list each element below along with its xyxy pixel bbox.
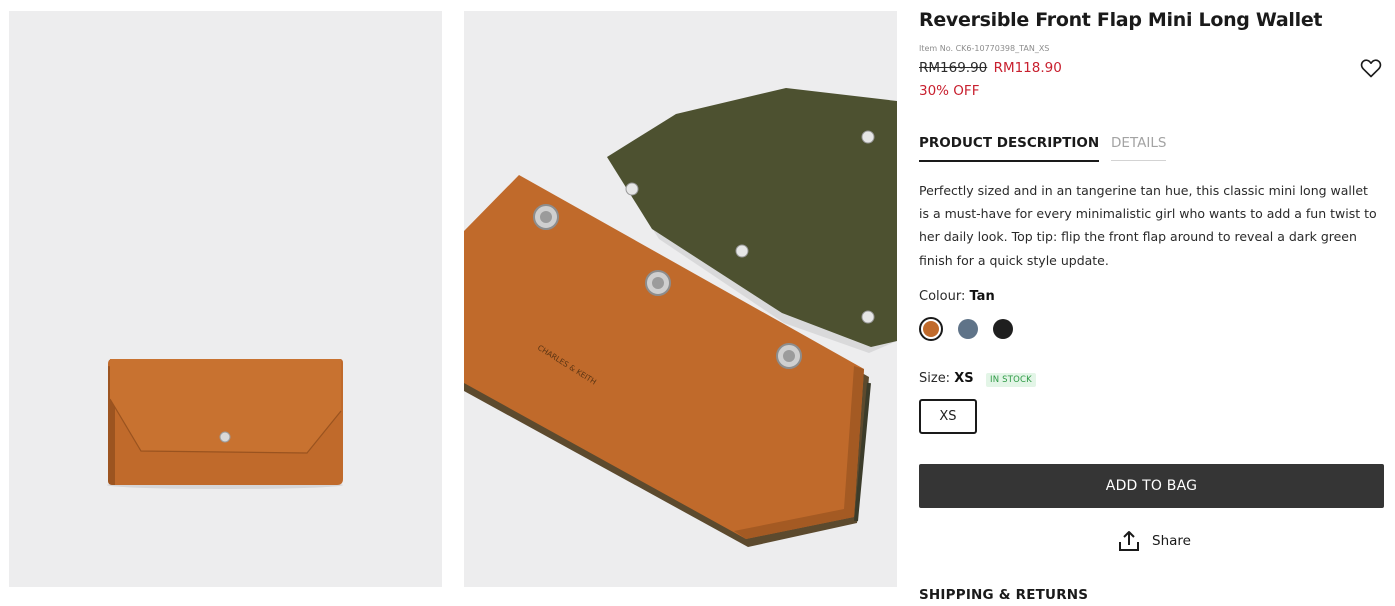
product-tabs: PRODUCT DESCRIPTION DETAILS — [919, 135, 1385, 163]
share-upload-icon — [1119, 531, 1139, 551]
size-label: Size: XS — [919, 371, 974, 386]
stock-status-badge: IN STOCK — [986, 373, 1036, 387]
size-selected-value: XS — [954, 371, 974, 386]
colour-label-text: Colour: — [919, 289, 966, 304]
colour-swatches — [919, 317, 1039, 343]
colour-label: Colour: Tan — [919, 289, 995, 304]
product-image-front[interactable] — [9, 11, 442, 587]
colour-swatch-black[interactable] — [993, 319, 1013, 339]
original-price: RM169.90 — [919, 60, 988, 76]
wishlist-button[interactable] — [1359, 56, 1383, 80]
heart-outline-icon — [1360, 59, 1382, 78]
product-description-text: Perfectly sized and in an tangerine tan … — [919, 183, 1377, 268]
share-label: Share — [1152, 533, 1191, 549]
share-button[interactable]: Share — [1118, 528, 1191, 554]
colour-selected-value: Tan — [969, 289, 995, 304]
tab-details[interactable]: DETAILS — [1111, 135, 1167, 161]
shipping-returns-heading[interactable]: SHIPPING & RETURNS — [919, 587, 1088, 603]
add-to-bag-button[interactable]: ADD TO BAG — [919, 464, 1384, 508]
product-title: Reversible Front Flap Mini Long Wallet — [919, 9, 1323, 31]
colour-swatch-blue[interactable] — [958, 319, 978, 339]
product-image-flap-detail[interactable]: CHARLES & KEITH — [464, 11, 897, 587]
discount-label: 30% OFF — [919, 83, 980, 99]
colour-swatch-tan[interactable] — [919, 317, 943, 341]
tab-product-description[interactable]: PRODUCT DESCRIPTION — [919, 135, 1100, 162]
size-option-xs[interactable]: XS — [919, 399, 977, 434]
wallet-front-illustration — [9, 11, 442, 587]
item-number: Item No. CK6-10770398_TAN_XS — [919, 44, 1050, 53]
size-label-text: Size: — [919, 371, 951, 386]
wallet-flap-illustration: CHARLES & KEITH — [464, 11, 897, 587]
sale-price: RM118.90 — [993, 60, 1062, 76]
price-row: RM169.90 RM118.90 — [919, 60, 1062, 76]
